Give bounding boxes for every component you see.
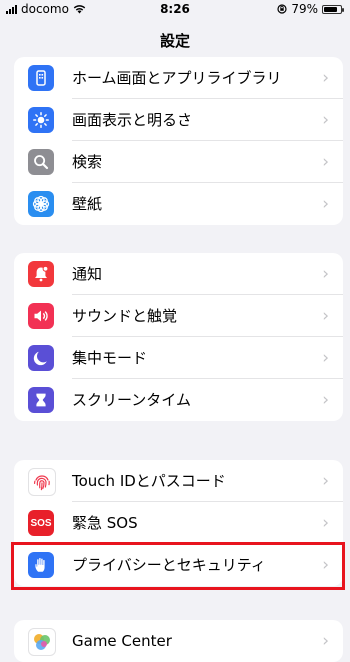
battery-percent: 79% [291, 2, 318, 16]
settings-row[interactable]: 壁紙 › [14, 183, 343, 225]
battery-icon [322, 4, 344, 14]
hourglass-icon [28, 387, 54, 413]
settings-row-label: スクリーンタイム [72, 391, 191, 409]
settings-group: ホーム画面とアプリライブラリ › 画面表示と明るさ › 検索 › 壁紙 › [14, 57, 343, 225]
settings-row-label: 集中モード [72, 349, 148, 367]
chevron-right-icon: › [322, 264, 329, 284]
settings-row[interactable]: 通知 › [14, 253, 343, 295]
settings-row[interactable]: スクリーンタイム › [14, 379, 343, 421]
chevron-right-icon: › [322, 471, 329, 491]
moon-icon [28, 345, 54, 371]
status-right: 79% [277, 2, 344, 16]
home-screen-icon [28, 65, 54, 91]
settings-row-label: Touch IDとパスコード [72, 472, 226, 490]
settings-row-label: サウンドと触覚 [72, 307, 178, 325]
game-center-icon [28, 628, 56, 656]
icon-text: SOS [30, 517, 52, 529]
settings-group: Game Center › [14, 620, 343, 662]
wallpaper-icon [28, 191, 54, 217]
fingerprint-icon [28, 468, 56, 496]
chevron-right-icon: › [322, 194, 329, 214]
settings-row-label: 検索 [72, 153, 103, 171]
settings-row[interactable]: サウンドと触覚 › [14, 295, 343, 337]
settings-row[interactable]: ホーム画面とアプリライブラリ › [14, 57, 343, 99]
settings-row[interactable]: Touch IDとパスコード › [14, 460, 343, 502]
settings-row[interactable]: 集中モード › [14, 337, 343, 379]
notifications-icon [28, 261, 54, 287]
chevron-right-icon: › [322, 348, 329, 368]
sos-icon: SOS [28, 510, 54, 536]
battery-fill [324, 6, 337, 12]
brightness-icon [28, 107, 54, 133]
settings-row-label: プライバシーとセキュリティ [72, 556, 266, 574]
settings-row[interactable]: Game Center › [14, 620, 343, 662]
chevron-right-icon: › [322, 390, 329, 410]
settings-row-label: 画面表示と明るさ [72, 111, 193, 129]
hand-icon [28, 552, 54, 578]
chevron-right-icon: › [322, 68, 329, 88]
settings-group: 通知 › サウンドと触覚 › 集中モード › スクリーンタイム › [14, 253, 343, 421]
chevron-right-icon: › [322, 513, 329, 533]
search-icon [28, 149, 54, 175]
chevron-right-icon: › [322, 306, 329, 326]
settings-row[interactable]: 検索 › [14, 141, 343, 183]
settings-row[interactable]: SOS 緊急 SOS › [14, 502, 343, 544]
chevron-right-icon: › [322, 110, 329, 130]
chevron-right-icon: › [322, 152, 329, 172]
settings-row-label: 緊急 SOS [72, 514, 138, 532]
settings-row-label: 通知 [72, 265, 103, 283]
sound-icon [28, 303, 54, 329]
orientation-lock-icon [277, 4, 287, 14]
settings-row-label: 壁紙 [72, 195, 103, 213]
settings-group: Touch IDとパスコード › SOS 緊急 SOS › プライバシーとセキュリティ › [14, 460, 343, 586]
page-title: 設定 [159, 32, 190, 50]
settings-row-label: Game Center [72, 632, 172, 650]
chevron-right-icon: › [322, 631, 329, 651]
chevron-right-icon: › [322, 555, 329, 575]
settings-row[interactable]: プライバシーとセキュリティ › [14, 544, 343, 586]
settings-row-label: ホーム画面とアプリライブラリ [72, 69, 282, 87]
status-bar: docomo 8:26 79% [0, 0, 350, 18]
settings-row[interactable]: 画面表示と明るさ › [14, 99, 343, 141]
